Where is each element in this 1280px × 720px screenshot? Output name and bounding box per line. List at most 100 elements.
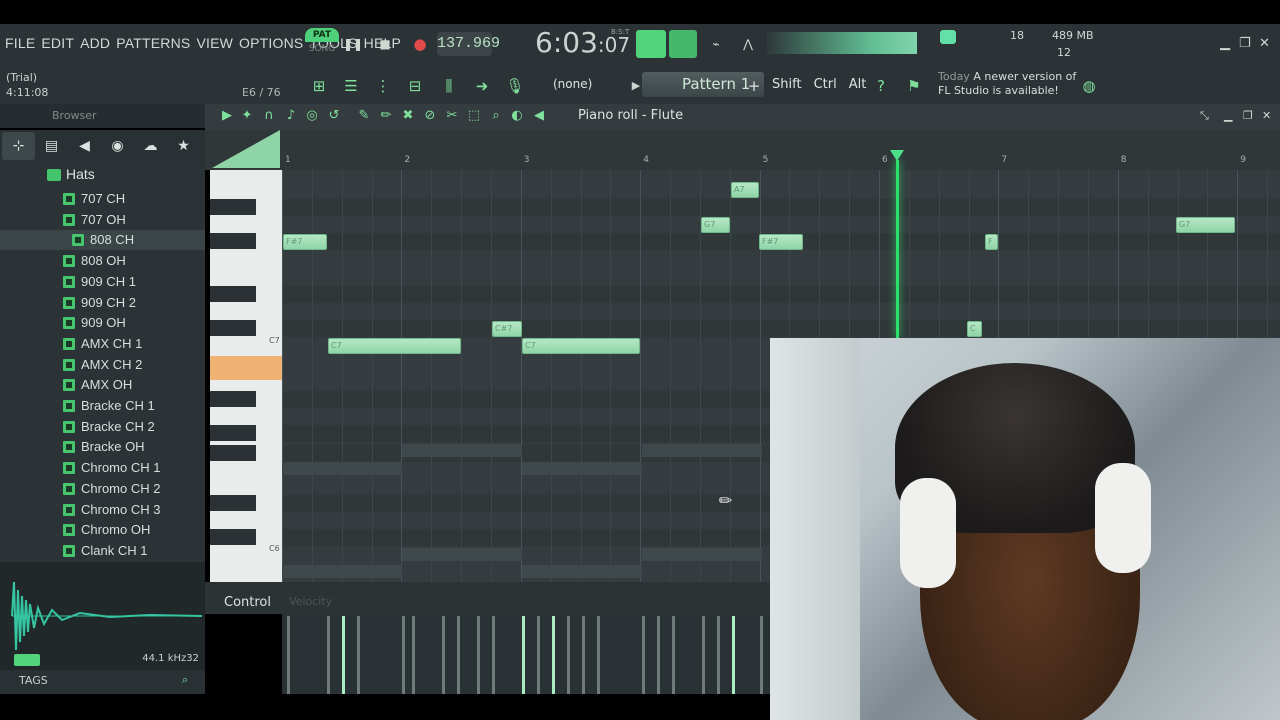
plugins-tab-icon[interactable]: ◀ <box>68 132 101 160</box>
timeline-ruler[interactable] <box>205 130 1280 170</box>
zoom-icon[interactable]: ⌕ <box>487 108 505 126</box>
note-f[interactable]: F <box>985 234 998 250</box>
menu-file[interactable]: FILE <box>4 35 36 51</box>
pr-minimize-icon[interactable]: ▁ <box>1224 109 1232 122</box>
web-tab-icon[interactable]: ◉ <box>101 132 134 160</box>
browser-item[interactable]: Clank CH 1 <box>0 541 205 561</box>
pr-close-icon[interactable]: ✕ <box>1262 109 1271 122</box>
velocity-stick[interactable] <box>357 616 360 694</box>
pause-button[interactable]: ❚❚ <box>342 33 364 55</box>
control-label[interactable]: Control <box>224 595 271 610</box>
browser-item[interactable]: Chromo CH 2 <box>0 479 205 499</box>
menu-patterns[interactable]: PATTERNS <box>115 35 191 51</box>
highlighted-key[interactable] <box>210 356 282 380</box>
black-key[interactable] <box>210 391 256 407</box>
velocity-stick[interactable] <box>492 616 495 694</box>
pat-song-toggle[interactable]: PAT SONG <box>305 28 339 58</box>
note-a7[interactable]: A7 <box>731 182 759 198</box>
note-c-sharp7[interactable]: C#7 <box>492 321 522 337</box>
cart-icon[interactable]: ⚑ <box>902 74 926 98</box>
browser-item[interactable]: 909 OH <box>0 313 205 333</box>
mute-icon[interactable]: ⊘ <box>421 108 439 126</box>
note-icon[interactable]: ♪ <box>282 108 300 126</box>
minimize-icon[interactable]: ▁ <box>1220 36 1230 51</box>
close-icon[interactable]: ✕ <box>1259 36 1270 51</box>
playlist-icon[interactable]: ⊞ <box>307 74 331 98</box>
tags-label[interactable]: TAGS <box>19 674 48 687</box>
note-g7[interactable]: G7 <box>1176 217 1235 233</box>
black-key[interactable] <box>210 495 256 511</box>
pr-maximize-icon[interactable]: ❐ <box>1243 109 1253 122</box>
browser-item[interactable]: Chromo CH 3 <box>0 500 205 520</box>
velocity-stick[interactable] <box>412 616 415 694</box>
black-key[interactable] <box>210 233 256 249</box>
countdown-icon[interactable]: ⋀ <box>737 33 759 55</box>
velocity-stick[interactable] <box>287 616 290 694</box>
help-icon[interactable]: ? <box>869 74 893 98</box>
velocity-stick[interactable] <box>567 616 570 694</box>
speaker-icon[interactable]: ◀ <box>530 108 548 126</box>
undo-icon[interactable]: ↺ <box>325 108 343 126</box>
black-key[interactable] <box>210 320 256 336</box>
pr-tools-icon[interactable]: ✦ <box>238 108 256 126</box>
menu-edit[interactable]: EDIT <box>40 35 75 51</box>
piano-roll-icon[interactable]: ☰ <box>339 74 363 98</box>
black-key[interactable] <box>210 529 256 545</box>
velocity-stick[interactable] <box>732 616 735 694</box>
pr-arrows-icon[interactable]: ⤡ <box>1200 109 1209 123</box>
note-c[interactable]: C <box>967 321 982 337</box>
playback-icon[interactable]: ◐ <box>508 108 526 126</box>
browser-item[interactable]: Chromo OH <box>0 520 205 540</box>
velocity-stick[interactable] <box>457 616 460 694</box>
browser-item[interactable]: 707 CH <box>0 189 205 209</box>
pattern-mode-icon[interactable] <box>636 30 666 58</box>
velocity-stick[interactable] <box>477 616 480 694</box>
browser-item[interactable]: Bracke OH <box>0 437 205 457</box>
velocity-stick[interactable] <box>537 616 540 694</box>
velocity-stick[interactable] <box>717 616 720 694</box>
piano-keys[interactable]: C7 C6 <box>210 170 282 582</box>
velocity-stick[interactable] <box>552 616 555 694</box>
velocity-stick[interactable] <box>327 616 330 694</box>
target-icon[interactable]: ◎ <box>303 108 321 126</box>
velocity-stick[interactable] <box>702 616 705 694</box>
browser-item[interactable]: 909 CH 1 <box>0 272 205 292</box>
black-key[interactable] <box>210 199 256 215</box>
stop-button[interactable]: ■ <box>374 33 396 55</box>
all-tab-icon[interactable]: ⊹ <box>2 132 35 160</box>
velocity-stick[interactable] <box>672 616 675 694</box>
record-button[interactable]: ● <box>409 33 431 55</box>
velocity-stick[interactable] <box>597 616 600 694</box>
note-f-sharp7[interactable]: F#7 <box>759 234 803 250</box>
delete-icon[interactable]: ✖ <box>399 108 417 126</box>
wait-icon[interactable]: ⌁ <box>705 33 727 55</box>
menu-view[interactable]: VIEW <box>195 35 234 51</box>
note-g7[interactable]: G7 <box>701 217 730 233</box>
playhead[interactable] <box>896 160 899 338</box>
brush-icon[interactable]: ✏ <box>377 108 395 126</box>
online-icon[interactable]: ◍ <box>1077 74 1101 98</box>
black-key[interactable] <box>210 286 256 302</box>
black-key[interactable] <box>210 425 256 441</box>
maximize-icon[interactable]: ❐ <box>1239 36 1251 51</box>
browser-item[interactable]: Bracke CH 1 <box>0 396 205 416</box>
browser-item[interactable]: AMX OH <box>0 375 205 395</box>
mic-icon[interactable]: 🎙 <box>503 74 527 98</box>
velocity-lane[interactable] <box>282 614 770 694</box>
browser-item[interactable]: AMX CH 2 <box>0 355 205 375</box>
mixer-icon[interactable]: ⊟ <box>403 74 427 98</box>
metronome-icon[interactable] <box>669 30 697 58</box>
favorites-tab-icon[interactable]: ★ <box>167 132 200 160</box>
play-preview-icon[interactable] <box>14 654 40 666</box>
browser-item[interactable]: 808 OH <box>0 251 205 271</box>
none-selector[interactable]: (none) <box>553 74 623 94</box>
ctrl-key[interactable]: Ctrl <box>814 77 837 92</box>
menu-add[interactable]: ADD <box>79 35 111 51</box>
shift-key[interactable]: Shift <box>772 77 802 92</box>
channel-rack-icon[interactable]: ⋮ <box>371 74 395 98</box>
velocity-stick[interactable] <box>342 616 345 694</box>
velocity-stick[interactable] <box>522 616 525 694</box>
velocity-stick[interactable] <box>657 616 660 694</box>
browser-item[interactable]: 707 OH <box>0 210 205 230</box>
search-icon[interactable]: ⌕ <box>182 673 188 687</box>
